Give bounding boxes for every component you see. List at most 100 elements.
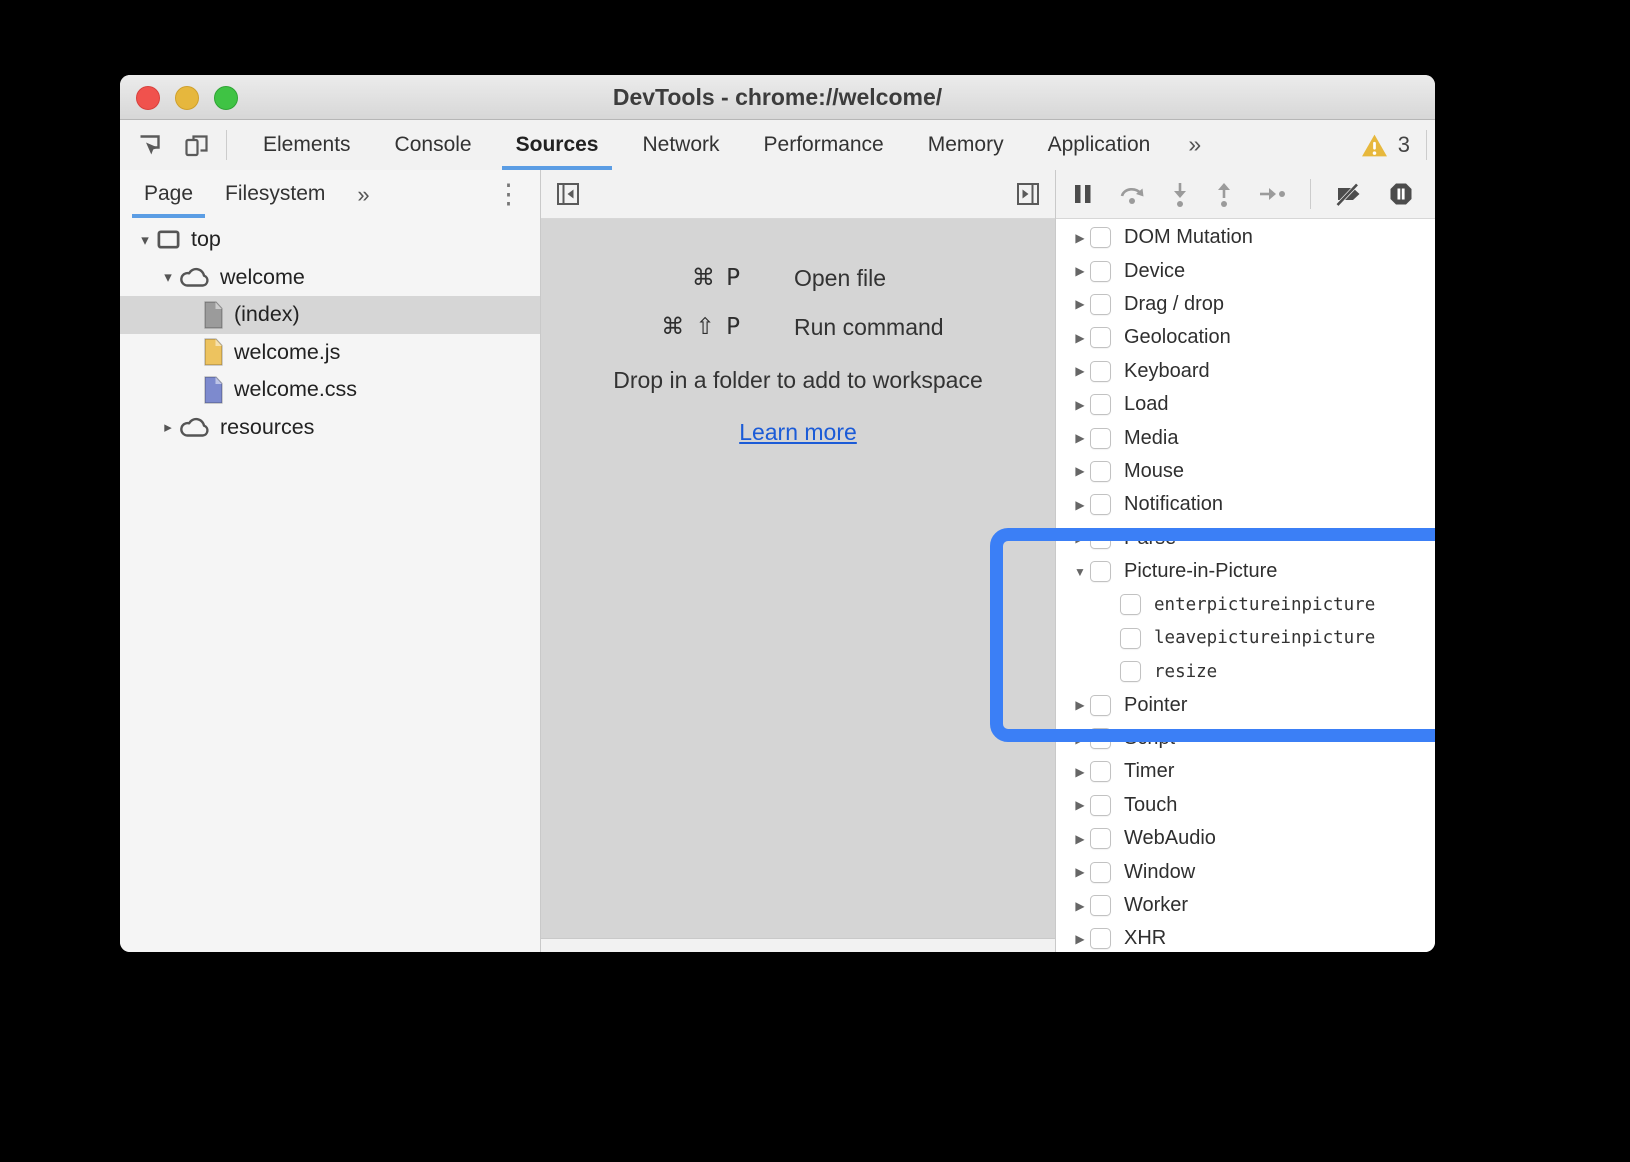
expander-closed-icon[interactable]: ▶ (1070, 732, 1090, 746)
expander-closed-icon[interactable]: ▸ (157, 418, 179, 436)
breakpoint-category-media[interactable]: ▶Media (1056, 421, 1435, 454)
breakpoint-category-dom-mutation[interactable]: ▶DOM Mutation (1056, 221, 1435, 254)
breakpoint-category-pointer[interactable]: ▶Pointer (1056, 688, 1435, 721)
breakpoint-category-notification[interactable]: ▶Notification (1056, 488, 1435, 521)
breakpoint-category-picture-in-picture[interactable]: ▼Picture-in-Picture (1056, 555, 1435, 588)
tab-elements[interactable]: Elements (241, 120, 373, 170)
warning-count[interactable]: 3 (1398, 132, 1410, 158)
zoom-button[interactable] (214, 86, 238, 110)
checkbox[interactable] (1090, 828, 1111, 849)
sidebar-tab-filesystem[interactable]: Filesystem (209, 170, 341, 218)
breakpoint-category-keyboard[interactable]: ▶Keyboard (1056, 355, 1435, 388)
breakpoint-category-xhr[interactable]: ▶XHR (1056, 922, 1435, 952)
checkbox[interactable] (1090, 795, 1111, 816)
expander-closed-icon[interactable]: ▶ (1070, 331, 1090, 345)
close-button[interactable] (136, 86, 160, 110)
tab-performance[interactable]: Performance (742, 120, 906, 170)
checkbox[interactable] (1090, 294, 1111, 315)
checkbox[interactable] (1090, 394, 1111, 415)
expander-closed-icon[interactable]: ▶ (1070, 832, 1090, 846)
tree-item-welcome[interactable]: ▾welcome (120, 259, 540, 297)
expander-closed-icon[interactable]: ▶ (1070, 899, 1090, 913)
expander-closed-icon[interactable]: ▶ (1070, 264, 1090, 278)
checkbox[interactable] (1090, 862, 1111, 883)
expander-closed-icon[interactable]: ▶ (1070, 698, 1090, 712)
panel-right-icon[interactable] (1015, 181, 1041, 207)
expander-open-icon[interactable]: ▼ (1070, 565, 1090, 579)
checkbox[interactable] (1120, 628, 1141, 649)
tree-item-welcome-js[interactable]: welcome.js (120, 334, 540, 372)
tree-item-top[interactable]: ▾top (120, 221, 540, 259)
checkbox[interactable] (1120, 661, 1141, 682)
step-into-icon[interactable] (1170, 181, 1190, 208)
breakpoint-category-worker[interactable]: ▶Worker (1056, 889, 1435, 922)
sidebar-tab-page[interactable]: Page (128, 170, 209, 218)
breakpoint-category-device[interactable]: ▶Device (1056, 254, 1435, 287)
expander-closed-icon[interactable]: ▶ (1070, 364, 1090, 378)
checkbox[interactable] (1090, 361, 1111, 382)
breakpoint-category-window[interactable]: ▶Window (1056, 855, 1435, 888)
pause-icon[interactable] (1072, 182, 1094, 206)
expander-closed-icon[interactable]: ▶ (1070, 398, 1090, 412)
deactivate-breakpoints-icon[interactable] (1335, 181, 1364, 207)
checkbox[interactable] (1090, 528, 1111, 549)
navigator-more-tabs[interactable]: » (341, 171, 385, 218)
checkbox[interactable] (1090, 728, 1111, 749)
expander-open-icon[interactable]: ▾ (134, 231, 156, 249)
step-over-icon[interactable] (1118, 181, 1146, 207)
expander-closed-icon[interactable]: ▶ (1070, 865, 1090, 879)
checkbox[interactable] (1090, 895, 1111, 916)
kebab-menu-icon[interactable]: ⋮ (495, 181, 522, 208)
tree-item-resources[interactable]: ▸resources (120, 409, 540, 447)
breakpoint-event-enterpictureinpicture[interactable]: enterpictureinpicture (1056, 588, 1435, 621)
checkbox[interactable] (1120, 594, 1141, 615)
breakpoint-category-mouse[interactable]: ▶Mouse (1056, 455, 1435, 488)
expander-closed-icon[interactable]: ▶ (1070, 231, 1090, 245)
checkbox[interactable] (1090, 761, 1111, 782)
checkbox[interactable] (1090, 928, 1111, 949)
expander-closed-icon[interactable]: ▶ (1070, 765, 1090, 779)
inspect-icon[interactable] (136, 132, 163, 159)
tab-application[interactable]: Application (1026, 120, 1173, 170)
device-toolbar-icon[interactable] (183, 132, 210, 159)
breakpoint-category-geolocation[interactable]: ▶Geolocation (1056, 321, 1435, 354)
more-tabs-chevron[interactable]: » (1172, 120, 1217, 170)
step-out-icon[interactable] (1214, 181, 1234, 208)
breakpoint-category-parse[interactable]: ▶Parse (1056, 522, 1435, 555)
breakpoint-event-resize[interactable]: resize (1056, 655, 1435, 688)
tab-console[interactable]: Console (373, 120, 494, 170)
breakpoint-category-load[interactable]: ▶Load (1056, 388, 1435, 421)
expander-open-icon[interactable]: ▾ (157, 268, 179, 286)
pause-on-exceptions-icon[interactable] (1388, 181, 1414, 207)
expander-closed-icon[interactable]: ▶ (1070, 431, 1090, 445)
breakpoint-category-webaudio[interactable]: ▶WebAudio (1056, 822, 1435, 855)
expander-closed-icon[interactable]: ▶ (1070, 531, 1090, 545)
expander-closed-icon[interactable]: ▶ (1070, 932, 1090, 946)
panel-left-icon[interactable] (555, 181, 581, 207)
checkbox[interactable] (1090, 261, 1111, 282)
step-icon[interactable] (1258, 184, 1286, 204)
tree-item-welcome-css[interactable]: welcome.css (120, 371, 540, 409)
breakpoint-category-drag-drop[interactable]: ▶Drag / drop (1056, 288, 1435, 321)
checkbox[interactable] (1090, 695, 1111, 716)
breakpoint-category-timer[interactable]: ▶Timer (1056, 755, 1435, 788)
checkbox[interactable] (1090, 494, 1111, 515)
expander-closed-icon[interactable]: ▶ (1070, 498, 1090, 512)
breakpoint-category-touch[interactable]: ▶Touch (1056, 789, 1435, 822)
expander-closed-icon[interactable]: ▶ (1070, 464, 1090, 478)
minimize-button[interactable] (175, 86, 199, 110)
checkbox[interactable] (1090, 461, 1111, 482)
tab-sources[interactable]: Sources (494, 120, 621, 170)
expander-closed-icon[interactable]: ▶ (1070, 798, 1090, 812)
breakpoint-event-leavepictureinpicture[interactable]: leavepictureinpicture (1056, 622, 1435, 655)
tab-network[interactable]: Network (620, 120, 741, 170)
learn-more-link[interactable]: Learn more (739, 419, 857, 445)
checkbox[interactable] (1090, 561, 1111, 582)
expander-closed-icon[interactable]: ▶ (1070, 297, 1090, 311)
warning-icon[interactable] (1361, 133, 1388, 158)
checkbox[interactable] (1090, 428, 1111, 449)
tab-memory[interactable]: Memory (906, 120, 1026, 170)
checkbox[interactable] (1090, 227, 1111, 248)
tree-item-index[interactable]: (index) (120, 296, 540, 334)
checkbox[interactable] (1090, 327, 1111, 348)
